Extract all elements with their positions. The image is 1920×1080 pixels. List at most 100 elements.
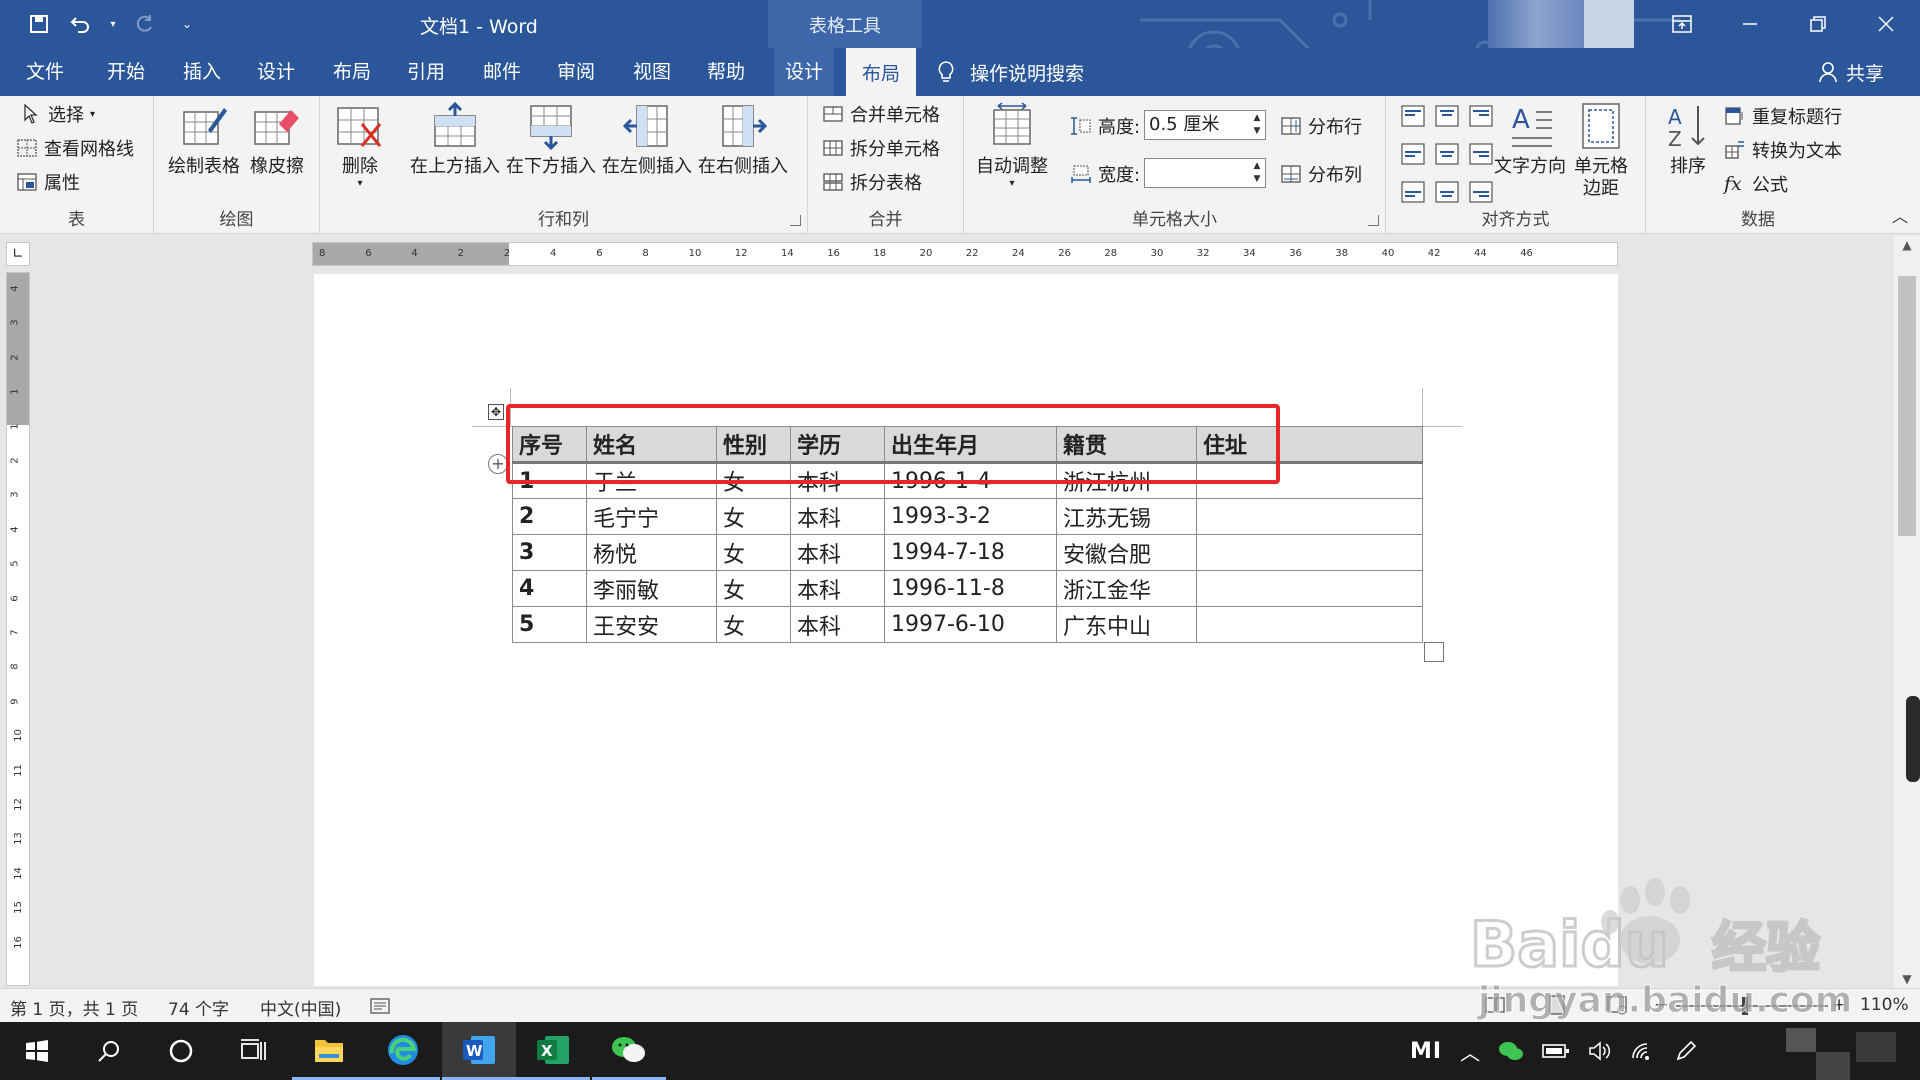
table-cell[interactable]: 本科	[790, 606, 885, 643]
cell-size-dialog-launcher[interactable]	[1368, 215, 1379, 226]
delete-button[interactable]: 删除 ▾	[336, 102, 384, 190]
battery-icon[interactable]	[1542, 1042, 1570, 1060]
tab-help[interactable]: 帮助	[696, 48, 756, 96]
redo-icon[interactable]	[128, 8, 162, 40]
table-cell[interactable]: 广东中山	[1056, 606, 1197, 643]
align-middle-left-icon[interactable]	[1401, 143, 1425, 165]
table-cell[interactable]: 1993-3-2	[884, 498, 1057, 535]
tab-view[interactable]: 视图	[622, 48, 682, 96]
taskbar-file-explorer[interactable]	[292, 1022, 366, 1080]
minimize-icon[interactable]	[1716, 0, 1784, 48]
align-middle-right-icon[interactable]	[1469, 143, 1493, 165]
wechat-tray-icon[interactable]	[1498, 1040, 1524, 1062]
column-width-spinner[interactable]: ▲ ▼	[1251, 160, 1263, 186]
table-cell[interactable]: 江苏无锡	[1056, 498, 1197, 535]
table-cell[interactable]: 1996-11-8	[884, 570, 1057, 607]
split-table-button[interactable]: 拆分表格	[822, 168, 922, 196]
table-cell[interactable]: 王安安	[586, 606, 717, 643]
table-cell[interactable]: 2	[512, 498, 587, 535]
scroll-up-icon[interactable]: ▲	[1894, 238, 1920, 252]
page-count[interactable]: 第 1 页，共 1 页	[10, 995, 138, 1020]
table-cell[interactable]	[1196, 606, 1423, 643]
cell-margins-button[interactable]: 单元格 边距	[1574, 102, 1628, 200]
autofit-button[interactable]: 自动调整 ▾	[976, 102, 1048, 190]
distribute-columns-button[interactable]: 分布列	[1280, 160, 1362, 188]
view-gridlines-button[interactable]: 查看网格线	[16, 134, 134, 162]
tab-mailings[interactable]: 邮件	[472, 48, 532, 96]
table-resize-handle[interactable]	[1424, 642, 1444, 662]
scroll-down-icon[interactable]: ▼	[1894, 972, 1920, 986]
insert-left-button[interactable]: 在左侧插入	[602, 102, 692, 178]
insert-below-button[interactable]: 在下方插入	[506, 102, 596, 178]
table-cell[interactable]: 女	[716, 534, 791, 571]
taskbar-word[interactable]: W	[442, 1022, 516, 1080]
share-button[interactable]: 共享	[1818, 48, 1884, 96]
collapse-ribbon-icon[interactable]: ︿	[1892, 203, 1908, 227]
language-indicator[interactable]: 中文(中国)	[260, 995, 341, 1020]
table-cell[interactable]: 安徽合肥	[1056, 534, 1197, 571]
text-direction-button[interactable]: A 文字方向	[1494, 102, 1566, 178]
proofing-icon[interactable]	[370, 996, 392, 1021]
cortana-button[interactable]	[144, 1022, 218, 1080]
split-cells-button[interactable]: 拆分单元格	[822, 134, 940, 162]
wifi-icon[interactable]	[1630, 1040, 1656, 1062]
tab-review[interactable]: 审阅	[546, 48, 606, 96]
tab-selector[interactable]: ∟	[6, 242, 30, 266]
table-cell[interactable]: 浙江金华	[1056, 570, 1197, 607]
tab-home[interactable]: 开始	[96, 48, 156, 96]
task-view-button[interactable]	[216, 1022, 290, 1080]
vertical-scrollbar[interactable]: ▲ ▼	[1894, 236, 1920, 988]
tab-table-layout[interactable]: 布局	[846, 48, 916, 96]
sort-button[interactable]: AZ 排序	[1664, 102, 1712, 178]
table-move-handle-icon[interactable]: ✥	[488, 404, 504, 420]
formula-button[interactable]: fx 公式	[1724, 170, 1788, 198]
table-cell[interactable]	[1196, 570, 1423, 607]
horizontal-ruler[interactable]: 8 6 4 2 2 4 6 8 10 12 14 16 18 20 22 24 26 28 30 32 34 36 38 40…	[312, 242, 1618, 266]
tab-table-design[interactable]: 设计	[774, 48, 834, 96]
restore-icon[interactable]	[1784, 0, 1852, 48]
word-count[interactable]: 74 个字	[168, 995, 229, 1020]
volume-icon[interactable]	[1588, 1040, 1612, 1062]
undo-icon[interactable]	[64, 8, 98, 40]
table-cell[interactable]: 4	[512, 570, 587, 607]
table-cell[interactable]	[1196, 534, 1423, 571]
pen-icon[interactable]	[1674, 1039, 1698, 1063]
repeat-header-rows-button[interactable]: 重复标题行	[1724, 102, 1842, 130]
merge-cells-button[interactable]: 合并单元格	[822, 100, 940, 128]
tab-references[interactable]: 引用	[396, 48, 456, 96]
table-cell[interactable]: 本科	[790, 570, 885, 607]
mi-logo-icon[interactable]: MI	[1410, 1039, 1442, 1064]
insert-right-button[interactable]: 在右侧插入	[698, 102, 788, 178]
convert-to-text-button[interactable]: 转换为文本	[1724, 136, 1842, 164]
start-button[interactable]	[0, 1022, 74, 1080]
table-cell[interactable]: 本科	[790, 534, 885, 571]
table-cell[interactable]: 1994-7-18	[884, 534, 1057, 571]
table-cell[interactable]: 5	[512, 606, 587, 643]
table-cell[interactable]: 杨悦	[586, 534, 717, 571]
column-width-input[interactable]: ▲ ▼	[1144, 158, 1266, 188]
taskbar-edge[interactable]	[366, 1022, 440, 1080]
properties-button[interactable]: 属性	[16, 168, 80, 196]
save-icon[interactable]	[22, 8, 56, 40]
row-height-input[interactable]: 0.5 厘米 ▲ ▼	[1144, 110, 1266, 140]
row-height-spinner[interactable]: ▲ ▼	[1251, 112, 1263, 138]
table-cell[interactable]	[1196, 498, 1423, 535]
tab-file[interactable]: 文件	[14, 48, 76, 96]
tell-me-search[interactable]: 操作说明搜索	[936, 48, 1084, 96]
table-cell[interactable]: 3	[512, 534, 587, 571]
table-cell[interactable]: 女	[716, 606, 791, 643]
taskbar-wechat[interactable]	[592, 1022, 666, 1080]
distribute-rows-button[interactable]: 分布行	[1280, 112, 1362, 140]
close-icon[interactable]	[1852, 0, 1920, 48]
undo-dropdown-icon[interactable]: ▾	[106, 8, 120, 40]
scroll-thumb[interactable]	[1898, 276, 1916, 536]
rows-columns-dialog-launcher[interactable]	[790, 215, 801, 226]
ribbon-display-options-icon[interactable]	[1648, 0, 1716, 48]
table-cell[interactable]: 本科	[790, 498, 885, 535]
tab-insert[interactable]: 插入	[172, 48, 232, 96]
table-cell[interactable]: 女	[716, 570, 791, 607]
table-cell[interactable]: 女	[716, 498, 791, 535]
align-middle-center-icon[interactable]	[1435, 143, 1459, 165]
show-hidden-icons-icon[interactable]: ︿	[1460, 1037, 1480, 1066]
insert-row-plus-icon[interactable]: +	[488, 454, 508, 474]
